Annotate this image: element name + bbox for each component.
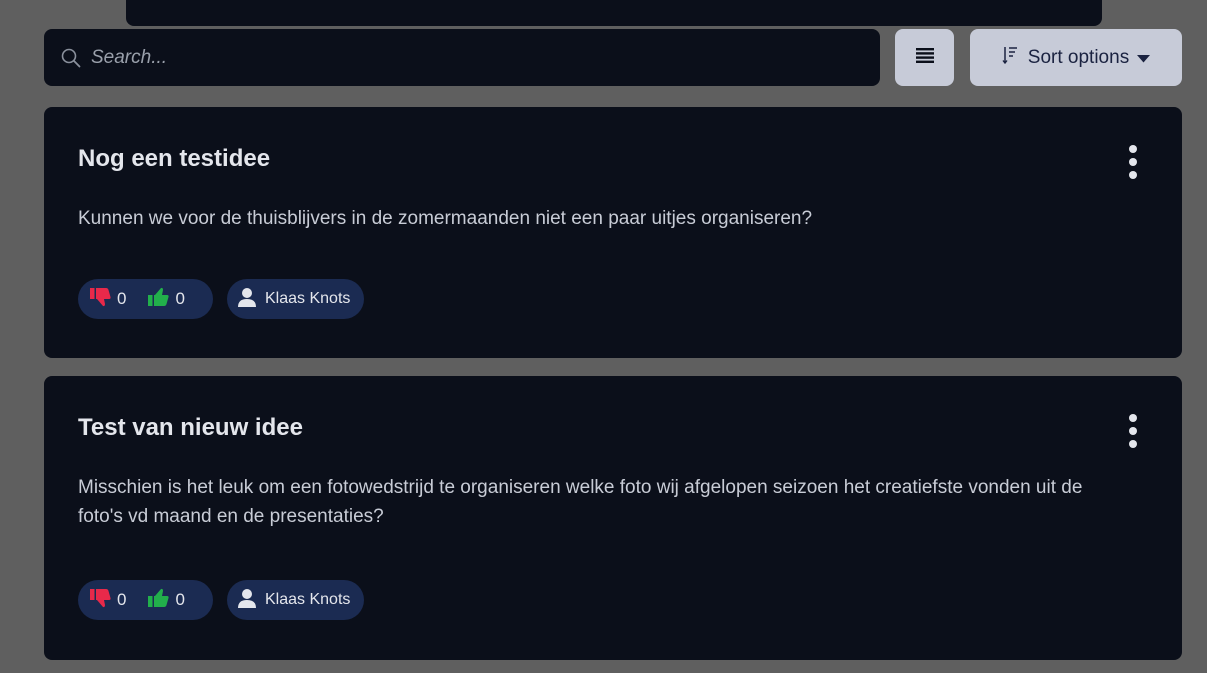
vote-pill: 0 0 (78, 279, 213, 319)
user-icon (237, 287, 257, 312)
thumbs-up-icon (148, 588, 170, 613)
author-badge: Klaas Knots (227, 279, 365, 319)
search-input[interactable] (91, 37, 851, 78)
caret-down-icon (1137, 47, 1151, 69)
idea-card: Nog een testidee Kunnen we voor de thuis… (44, 107, 1182, 358)
sort-icon (1002, 46, 1018, 70)
sort-options-label: Sort options (1027, 46, 1130, 68)
thumbs-down-icon (90, 588, 112, 613)
search-bar[interactable] (44, 29, 880, 86)
idea-title: Test van nieuw idee (78, 414, 303, 441)
list-view-icon (915, 47, 934, 68)
downvote-button[interactable]: 0 (90, 588, 126, 613)
idea-card: Test van nieuw idee Misschien is het leu… (44, 376, 1182, 660)
header-bar (126, 0, 1102, 26)
upvote-button[interactable]: 0 (148, 588, 185, 613)
downvote-count: 0 (117, 590, 127, 609)
author-name: Klaas Knots (265, 591, 351, 608)
kebab-menu-icon[interactable] (1122, 414, 1144, 448)
upvote-count: 0 (175, 590, 185, 609)
idea-description: Misschien is het leuk om een fotowedstri… (78, 477, 1083, 527)
search-icon (61, 48, 81, 68)
thumbs-up-icon (148, 287, 170, 312)
thumbs-down-icon (90, 287, 112, 312)
idea-title: Nog een testidee (78, 145, 271, 172)
upvote-button[interactable]: 0 (148, 287, 185, 312)
sort-options-button[interactable]: Sort options (970, 29, 1182, 86)
upvote-count: 0 (175, 289, 185, 308)
kebab-menu-icon[interactable] (1122, 145, 1144, 179)
downvote-count: 0 (117, 289, 127, 308)
author-badge: Klaas Knots (227, 580, 365, 620)
idea-description: Kunnen we voor de thuisblijvers in de zo… (78, 208, 813, 229)
author-name: Klaas Knots (265, 290, 351, 307)
vote-pill: 0 0 (78, 580, 213, 620)
list-view-button[interactable] (895, 29, 954, 86)
downvote-button[interactable]: 0 (90, 287, 126, 312)
user-icon (237, 588, 257, 613)
